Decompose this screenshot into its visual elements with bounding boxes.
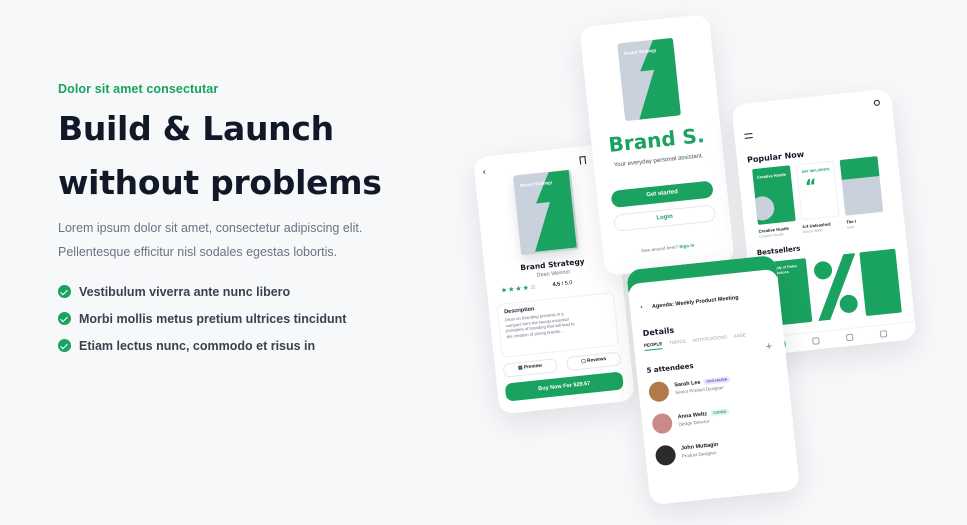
feature-list: Vestibulum viverra ante nunc libero Morb… (58, 278, 438, 359)
attendee-role: Design Director (678, 418, 710, 427)
brand-screen: Brand Strategy Brand S. Your everyday pe… (579, 13, 735, 277)
attendee-row[interactable]: John Muttagin Product Designer (654, 433, 787, 472)
preview-button[interactable]: ▤ Preview (502, 358, 558, 378)
get-started-button[interactable]: Get started (610, 180, 714, 209)
login-button[interactable]: Login (613, 204, 717, 232)
copied-badge: COPIED (709, 408, 730, 417)
search-icon[interactable] (873, 99, 881, 107)
feature-label: Etiam lectus nunc, commodo et risus in (79, 338, 316, 353)
hero-title-line1: Build & Launch (58, 109, 334, 148)
avatar (651, 412, 674, 435)
description-text: Dean on Branding presents in a compact f… (504, 311, 575, 339)
hero-lead-line2: Pellentesque efficitur nisl sodales eges… (58, 245, 338, 259)
meeting-title: Agenda: Weekly Product Meeting (651, 294, 739, 310)
buy-now-button[interactable]: Buy Now For $29.67 (504, 371, 624, 402)
signin-prompt: New around here? Sign in (641, 242, 695, 254)
bookmark-icon[interactable] (812, 337, 820, 345)
book-cover: Brand Strategy (617, 37, 682, 122)
bookmark-icon[interactable] (579, 156, 587, 165)
book-author: Sara (846, 224, 855, 230)
tab-people[interactable]: PEOPLE (643, 341, 663, 351)
book-cover: Brand Strategy (512, 169, 580, 256)
phone-mockups: ‹ ⋮ Brand Strategy Brand Strategy Dean W… (440, 0, 967, 525)
hero-lead: Lorem ipsum dolor sit amet, consectetur … (58, 216, 438, 264)
avatar (647, 380, 670, 403)
back-arrow-icon[interactable]: ‹ (482, 168, 491, 178)
book-cover[interactable] (839, 156, 884, 216)
quote-icon: “ (804, 175, 819, 198)
feature-item: Vestibulum viverra ante nunc libero (58, 278, 438, 305)
tab-topics[interactable]: TOPICS (669, 339, 686, 349)
menu-icon[interactable] (744, 133, 753, 139)
details-heading: Details (642, 325, 675, 339)
organizer-badge: ORGANIZER (703, 376, 731, 385)
cart-icon[interactable] (845, 333, 854, 342)
tab-notifications[interactable]: NOTIFICATIONS (692, 334, 727, 346)
check-circle-icon (58, 339, 71, 352)
check-circle-icon (58, 285, 71, 298)
meeting-card: ‹ Agenda: Weekly Product Meeting Details… (627, 268, 800, 506)
add-icon[interactable]: + (765, 342, 774, 353)
attendee-role: Product Designer (681, 450, 717, 459)
hero-title-line2: without problems (58, 163, 382, 202)
meeting-screen: ‹ Agenda: Weekly Product Meeting Details… (626, 254, 800, 506)
feature-item: Morbi mollis metus pretium ultrices tinc… (58, 305, 438, 332)
avatar (654, 444, 677, 467)
feature-label: Vestibulum viverra ante nunc libero (79, 284, 291, 299)
book-author: Simon Willis (802, 228, 823, 235)
signin-link[interactable]: Sign in (679, 243, 694, 250)
hero-title: Build & Launch without problems (58, 102, 438, 210)
cover-art (752, 195, 776, 222)
bestseller-cover[interactable] (809, 252, 863, 322)
book-cover[interactable]: ART INFLUENCE “ (795, 160, 840, 221)
cover-art (839, 156, 880, 180)
percent-art (814, 252, 858, 322)
book-title: The I (845, 218, 857, 225)
book-cover[interactable]: Creative Hustle (752, 165, 796, 225)
star-rating-icon: ★★★★☆ (500, 282, 538, 295)
tab-assets[interactable]: ASSE (734, 332, 747, 341)
feature-item: Etiam lectus nunc, commodo et risus in (58, 332, 438, 359)
hero-section: Dolor sit amet consectutar Build & Launc… (58, 82, 438, 359)
library-icon[interactable] (879, 330, 888, 338)
hero-lead-line1: Lorem ipsum dolor sit amet, consectetur … (58, 221, 363, 235)
description-card: Description Dean on Branding presents in… (496, 291, 620, 358)
bestseller-cover[interactable] (859, 248, 902, 317)
popular-heading: Popular Now (746, 149, 805, 165)
check-circle-icon (58, 312, 71, 325)
rating-value: 4.5 / 5.0 (552, 280, 573, 289)
reviews-button[interactable]: ▢ Reviews (566, 351, 622, 372)
hero-eyebrow: Dolor sit amet consectutar (58, 82, 219, 96)
attendees-count: 5 attendees (646, 361, 694, 375)
feature-label: Morbi mollis metus pretium ultrices tinc… (79, 311, 347, 326)
back-arrow-icon[interactable]: ‹ (640, 303, 644, 311)
